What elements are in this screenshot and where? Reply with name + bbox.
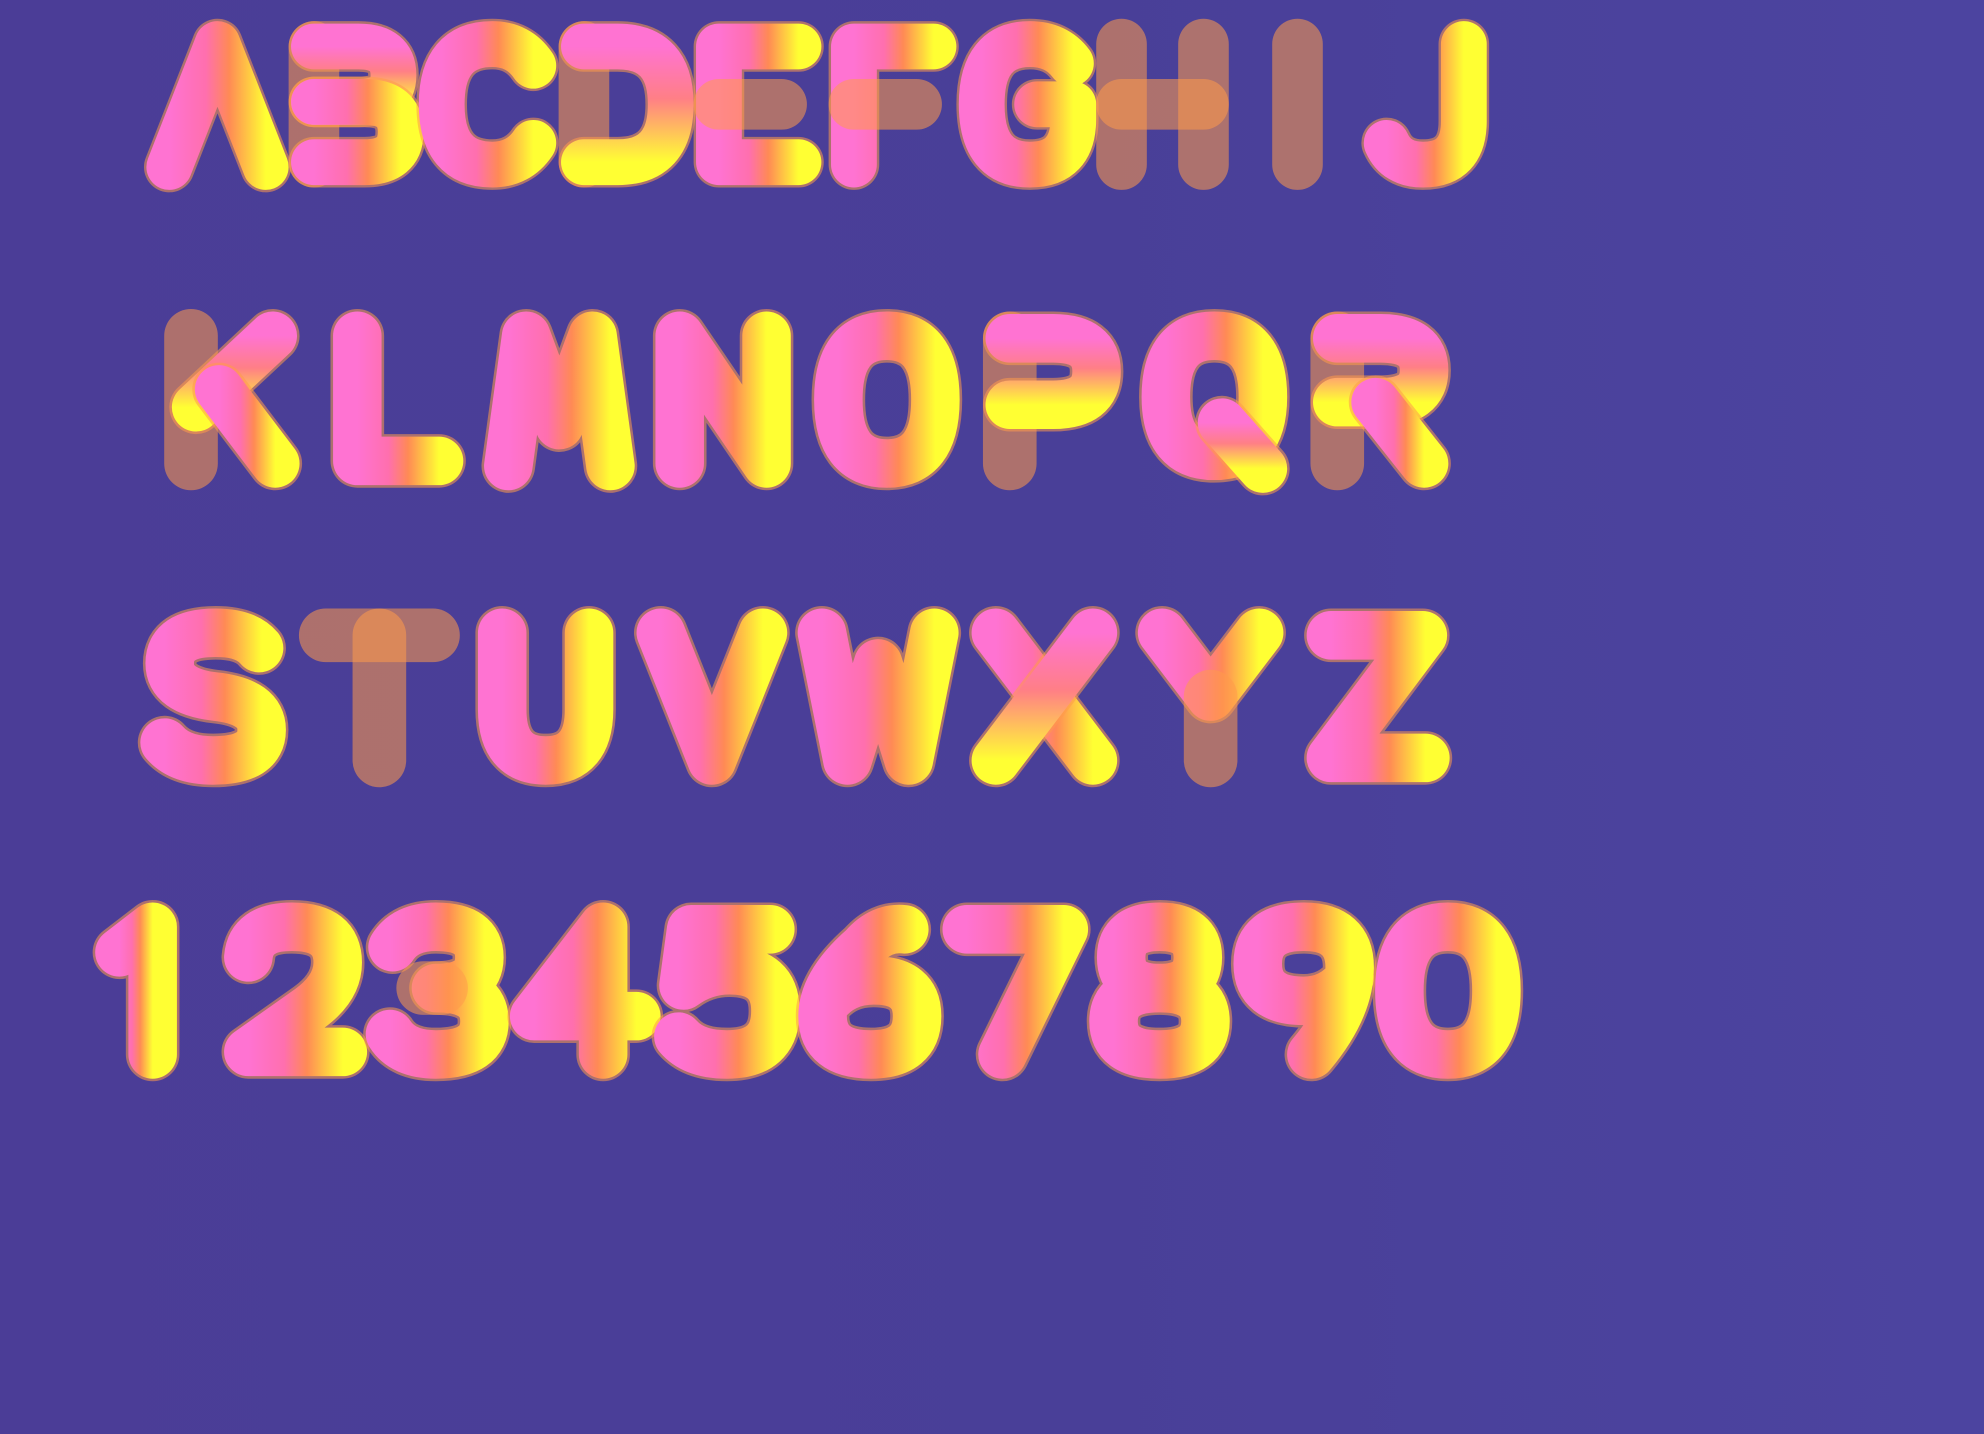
letter-k: K	[164, 308, 303, 491]
letter-d: D	[558, 21, 697, 188]
digit-8: 8	[1086, 899, 1233, 1082]
letter-r: R	[1310, 311, 1451, 491]
glyph-grid: ABCDEFGHIJKLMNOPQRSTUVWXYZ1234567890	[92, 18, 1524, 1082]
letter-m: M	[481, 308, 638, 493]
letter-p: P	[982, 311, 1124, 491]
letter-t: T	[298, 608, 460, 788]
digit-6: 6	[795, 902, 944, 1082]
letter-e: E	[693, 21, 824, 188]
digit-0: 0	[1372, 899, 1524, 1082]
digit-9: 9	[1230, 899, 1377, 1082]
letter-a: A	[143, 18, 292, 193]
letter-o: O	[811, 308, 963, 491]
letter-f: F	[828, 21, 959, 190]
letter-l: L	[330, 308, 466, 488]
letter-x: X	[969, 605, 1120, 788]
digit-1: 1	[92, 899, 180, 1082]
digit-3: 3	[363, 899, 512, 1082]
letter-y: Y	[1135, 605, 1286, 788]
letter-q: Q	[1139, 308, 1290, 496]
letter-j: J	[1361, 18, 1490, 190]
alphabet-sheet: ABCDEFGHIJKLMNOPQRSTUVWXYZ1234567890	[0, 0, 1984, 1434]
letter-s: S	[137, 605, 289, 788]
letter-n: N	[652, 308, 794, 491]
letter-g: G	[956, 18, 1099, 190]
letter-c: C	[416, 18, 559, 190]
digit-4: 4	[507, 899, 664, 1082]
letter-w: W	[795, 605, 962, 788]
digit-5: 5	[651, 902, 803, 1082]
letter-v: V	[633, 605, 790, 788]
letter-b: B	[288, 21, 427, 188]
letter-h: H	[1096, 18, 1229, 190]
digit-2: 2	[221, 899, 370, 1079]
letter-u: U	[475, 605, 616, 788]
letter-z: Z	[1304, 608, 1453, 785]
digit-7: 7	[939, 902, 1091, 1082]
